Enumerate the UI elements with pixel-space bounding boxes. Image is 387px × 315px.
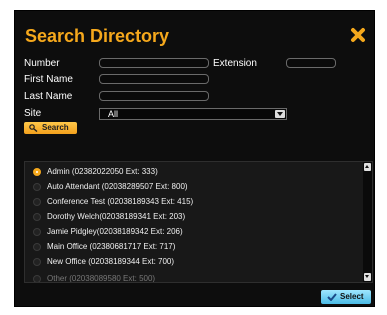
search-directory-dialog: Search Directory Number Extension First … — [14, 10, 375, 307]
extension-label: Extension — [213, 58, 257, 69]
number-label: Number — [24, 58, 60, 69]
radio[interactable] — [33, 183, 41, 191]
select-button[interactable]: Select — [321, 290, 371, 304]
number-input[interactable] — [99, 58, 209, 68]
scrollbar[interactable] — [363, 162, 372, 282]
dialog-title: Search Directory — [25, 26, 170, 46]
first-name-input[interactable] — [99, 74, 209, 84]
list-item[interactable]: Admin (02382022050 Ext: 333) — [25, 165, 365, 179]
radio-selected[interactable] — [33, 168, 41, 176]
radio[interactable] — [33, 198, 41, 206]
scroll-up-icon[interactable] — [364, 163, 371, 171]
list-item-label: Other (02038089580 Ext: 500) — [47, 274, 156, 283]
first-name-label: First Name — [24, 74, 73, 85]
chevron-down-icon[interactable] — [275, 110, 285, 118]
list-item[interactable]: Jamie Pidgley(02038189342 Ext: 206) — [25, 225, 365, 239]
list-item[interactable]: Auto Attendant (02038289507 Ext: 800) — [25, 180, 365, 194]
list-item-label: New Office (02038189344 Ext: 700) — [47, 257, 175, 266]
scroll-down-icon[interactable] — [364, 273, 371, 281]
last-name-label: Last Name — [24, 91, 73, 102]
site-select[interactable]: All — [99, 108, 287, 120]
list-item-label: Main Office (02380681717 Ext: 717) — [47, 242, 176, 251]
radio[interactable] — [33, 243, 41, 251]
radio[interactable] — [33, 258, 41, 266]
close-icon[interactable] — [350, 27, 366, 43]
list-item[interactable]: Main Office (02380681717 Ext: 717) — [25, 240, 365, 254]
search-button[interactable]: Search — [24, 122, 77, 134]
radio[interactable] — [33, 213, 41, 221]
radio[interactable] — [33, 275, 41, 282]
extension-input[interactable] — [286, 58, 336, 68]
site-select-value: All — [108, 109, 119, 119]
last-name-input[interactable] — [99, 91, 209, 101]
list-item-label: Admin (02382022050 Ext: 333) — [47, 167, 158, 176]
list-item[interactable]: New Office (02038189344 Ext: 700) — [25, 255, 365, 269]
radio[interactable] — [33, 228, 41, 236]
list-item[interactable]: Conference Test (02038189343 Ext: 415) — [25, 195, 365, 209]
list-item-label: Conference Test (02038189343 Ext: 415) — [47, 197, 194, 206]
site-label: Site — [24, 108, 42, 119]
select-button-label: Select — [340, 292, 364, 301]
list-item-label: Jamie Pidgley(02038189342 Ext: 206) — [47, 227, 183, 236]
list-item[interactable]: Other (02038089580 Ext: 500) — [25, 272, 365, 283]
checkmark-icon — [327, 293, 337, 301]
magnifier-icon — [29, 124, 38, 132]
list-item[interactable]: Dorothy Welch(02038189341 Ext: 203) — [25, 210, 365, 224]
directory-list[interactable]: Admin (02382022050 Ext: 333) Auto Attend… — [24, 161, 373, 283]
search-button-label: Search — [42, 123, 69, 132]
list-item-label: Auto Attendant (02038289507 Ext: 800) — [47, 182, 188, 191]
list-item-label: Dorothy Welch(02038189341 Ext: 203) — [47, 212, 186, 221]
